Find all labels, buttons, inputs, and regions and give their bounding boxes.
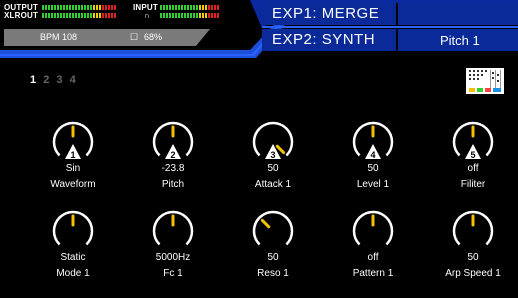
input-meter xyxy=(160,5,219,10)
row1-knob-5[interactable]: 5 off Filiter xyxy=(433,118,513,191)
knob-value: 50 xyxy=(367,163,379,174)
page-3-tab[interactable]: 3 xyxy=(56,74,62,86)
row1-knob-1[interactable]: 1 Sin Waveform xyxy=(33,118,113,191)
knob-label: Pitch xyxy=(161,179,185,190)
knob-label: Waveform xyxy=(50,179,96,190)
knob-ring xyxy=(252,210,294,246)
xlrout-meter xyxy=(42,13,116,18)
knob-label: Filiter xyxy=(460,179,486,190)
knob-value: Sin xyxy=(65,163,81,174)
status-bar: BPM 108 ☐ 68% xyxy=(4,29,210,46)
headphone-icon: ∩ xyxy=(144,11,150,20)
knob-value: 50 xyxy=(267,163,279,174)
parameter-title: Pitch 1 xyxy=(440,33,480,48)
row2-knob-1[interactable]: Static Mode 1 xyxy=(33,207,113,280)
page-indicator: 1 2 3 4 xyxy=(30,74,80,86)
knob-label: Reso 1 xyxy=(257,268,289,279)
knob-dial[interactable]: 4 xyxy=(348,118,398,162)
row2-knob-4[interactable]: off Pattern 1 xyxy=(333,207,413,280)
knob-badge-number: 2 xyxy=(170,150,175,160)
knob-dial[interactable]: 3 xyxy=(248,118,298,162)
knob-dial[interactable] xyxy=(348,207,398,251)
exp2-title[interactable]: EXP2: SYNTH xyxy=(272,31,375,48)
knob-dial[interactable] xyxy=(148,207,198,251)
row2-knob-5[interactable]: 50 Arp Speed 1 xyxy=(433,207,513,280)
battery-readout: 68% xyxy=(144,32,163,42)
row1-knob-2[interactable]: 2 -23.8 Pitch xyxy=(133,118,213,191)
knob-pointer xyxy=(275,144,286,155)
knob-label: Arp Speed 1 xyxy=(445,268,501,279)
knob-badge-number: 3 xyxy=(270,150,275,160)
knob-dial[interactable] xyxy=(448,207,498,251)
row1-knob-4[interactable]: 4 50 Level 1 xyxy=(333,118,413,191)
knob-label: Pattern 1 xyxy=(352,268,394,279)
knob-pointer xyxy=(260,218,271,229)
knob-dial[interactable]: 1 xyxy=(48,118,98,162)
page-4-tab[interactable]: 4 xyxy=(70,74,76,86)
knob-dial[interactable] xyxy=(248,207,298,251)
header-bar: OUTPUT XLROUT INPUT ∩ BPM 108 ☐ 68% EXP1… xyxy=(0,0,518,62)
xlrout-label: XLROUT xyxy=(4,11,39,20)
knob-dial[interactable]: 2 xyxy=(148,118,198,162)
knob-value: Static xyxy=(60,252,86,263)
page-1-tab[interactable]: 1 xyxy=(30,74,36,86)
knob-value: 50 xyxy=(467,252,479,263)
knob-dial[interactable] xyxy=(48,207,98,251)
knob-badge-number: 5 xyxy=(470,150,475,160)
row1-knob-3[interactable]: 3 50 Attack 1 xyxy=(233,118,313,191)
row2-knob-2[interactable]: 5000Hz Fc 1 xyxy=(133,207,213,280)
knob-value: 50 xyxy=(267,252,279,263)
exp1-title[interactable]: EXP1: MERGE xyxy=(272,5,379,22)
headphone-meter xyxy=(160,13,219,18)
page-2-tab[interactable]: 2 xyxy=(43,74,49,86)
bpm-readout: BPM 108 xyxy=(40,32,78,42)
grid-view-icon[interactable] xyxy=(466,68,504,94)
battery-icon: ☐ xyxy=(130,32,139,42)
output-meter xyxy=(42,5,116,10)
knob-label: Level 1 xyxy=(356,179,390,190)
row2-knob-3[interactable]: 50 Reso 1 xyxy=(233,207,313,280)
knob-label: Mode 1 xyxy=(56,268,90,279)
knob-value: off xyxy=(467,163,479,174)
knob-badge-number: 1 xyxy=(70,150,75,160)
knob-label: Fc 1 xyxy=(163,268,183,279)
knob-label: Attack 1 xyxy=(254,179,292,190)
knob-value: -23.8 xyxy=(161,163,185,174)
knob-value: off xyxy=(367,252,379,263)
knob-badge-number: 4 xyxy=(370,150,375,160)
knob-dial[interactable]: 5 xyxy=(448,118,498,162)
knob-value: 5000Hz xyxy=(155,252,191,263)
